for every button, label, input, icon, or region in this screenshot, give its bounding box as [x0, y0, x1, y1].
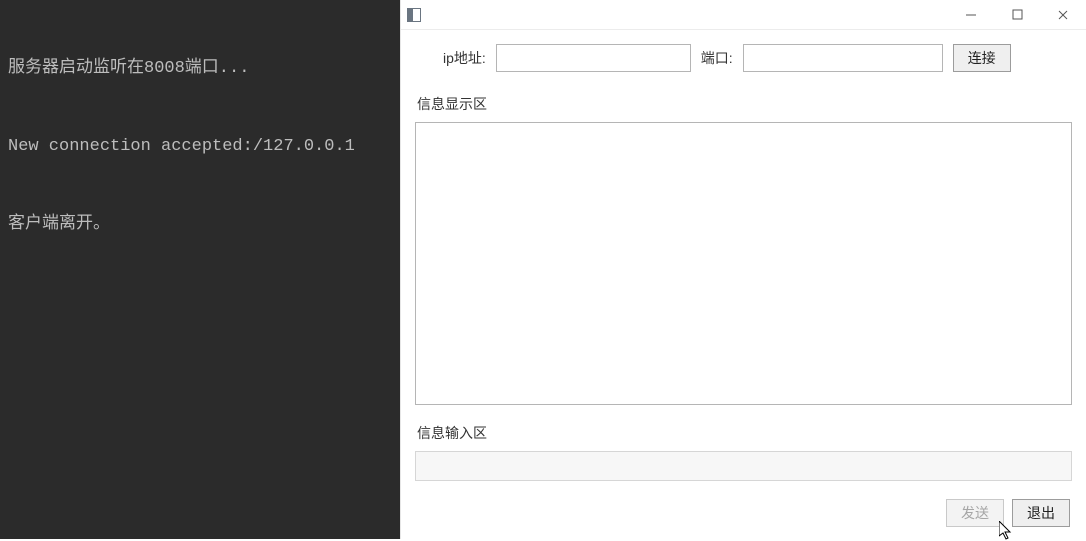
- titlebar: [401, 0, 1086, 30]
- terminal-line: New connection accepted:/127.0.0.1: [8, 134, 392, 160]
- port-label: 端口:: [701, 48, 733, 68]
- connect-button[interactable]: 连接: [953, 44, 1011, 72]
- terminal-panel: 服务器启动监听在8008端口... New connection accepte…: [0, 0, 400, 539]
- terminal-line: 客户端离开。: [8, 212, 392, 238]
- action-row: 发送 退出: [415, 481, 1072, 531]
- message-input[interactable]: [415, 451, 1072, 481]
- minimize-icon: [965, 9, 977, 21]
- terminal-line: 服务器启动监听在8008端口...: [8, 56, 392, 82]
- client-window: ip地址: 端口: 连接 信息显示区 信息输入区 发送 退出: [400, 0, 1086, 539]
- app-icon: [407, 8, 421, 22]
- port-input[interactable]: [743, 44, 943, 72]
- display-area-label: 信息显示区: [417, 94, 1072, 114]
- close-icon: [1057, 9, 1069, 21]
- exit-button[interactable]: 退出: [1012, 499, 1070, 527]
- maximize-button[interactable]: [994, 0, 1040, 30]
- send-button[interactable]: 发送: [946, 499, 1004, 527]
- close-button[interactable]: [1040, 0, 1086, 30]
- connection-row: ip地址: 端口: 连接: [425, 44, 1072, 72]
- ip-label: ip地址:: [443, 48, 486, 68]
- input-area-label: 信息输入区: [417, 423, 1072, 443]
- maximize-icon: [1012, 9, 1023, 20]
- minimize-button[interactable]: [948, 0, 994, 30]
- message-display-area[interactable]: [415, 122, 1072, 405]
- ip-input[interactable]: [496, 44, 691, 72]
